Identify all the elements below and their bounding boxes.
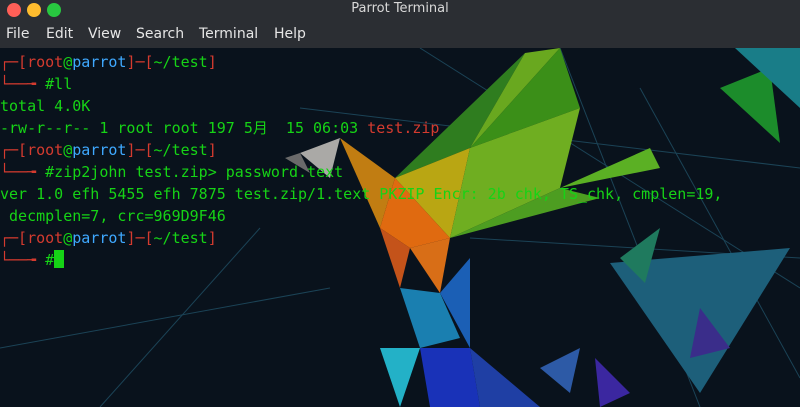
menu-file[interactable]: File bbox=[6, 26, 29, 42]
prompt-path: ~/test bbox=[153, 141, 208, 159]
terminal-area[interactable]: ┌─[root@parrot]─[~/test] └──╼ #ll total … bbox=[0, 48, 800, 407]
command-line: └──╼ #zip2john test.zip> password.text bbox=[0, 163, 344, 181]
file-listing: -rw-r--r-- 1 root root 197 5月 15 06:03 bbox=[0, 119, 368, 137]
output-line: decmplen=7, crc=969D9F46 bbox=[0, 207, 226, 225]
prompt-line: ┌─[root@parrot]─[~/test] bbox=[0, 53, 217, 71]
menu-bar: File Edit View Search Terminal Help bbox=[0, 20, 800, 48]
terminal-output: ┌─[root@parrot]─[~/test] └──╼ #ll total … bbox=[0, 51, 800, 271]
prompt-path: ~/test bbox=[153, 53, 208, 71]
menu-edit[interactable]: Edit bbox=[46, 26, 73, 42]
prompt-line: ┌─[root@parrot]─[~/test] bbox=[0, 141, 217, 159]
command-line: └──╼ #ll bbox=[0, 75, 73, 93]
menu-terminal[interactable]: Terminal bbox=[199, 26, 258, 42]
command-line: └──╼ # bbox=[0, 249, 800, 271]
output-line: ver 1.0 efh 5455 efh 7875 test.zip/1.tex… bbox=[0, 185, 723, 203]
output-line: -rw-r--r-- 1 root root 197 5月 15 06:03 t… bbox=[0, 117, 800, 139]
prompt-user: root bbox=[27, 53, 64, 71]
prompt-host: parrot bbox=[72, 141, 127, 159]
prompt-path: ~/test bbox=[153, 229, 208, 247]
terminal-window: Parrot Terminal File Edit View Search Te… bbox=[0, 0, 800, 407]
output-line: total 4.0K bbox=[0, 97, 91, 115]
prompt-host: parrot bbox=[72, 229, 127, 247]
menu-view[interactable]: View bbox=[88, 26, 121, 42]
window-title: Parrot Terminal bbox=[351, 1, 449, 16]
menu-help[interactable]: Help bbox=[274, 26, 306, 42]
menu-search[interactable]: Search bbox=[136, 26, 184, 42]
command-text: #ll bbox=[45, 75, 73, 93]
prompt-user: root bbox=[27, 141, 64, 159]
archive-filename: test.zip bbox=[367, 119, 440, 137]
text-cursor[interactable] bbox=[54, 250, 65, 268]
prompt-host: parrot bbox=[72, 53, 127, 71]
prompt-line: ┌─[root@parrot]─[~/test] bbox=[0, 229, 217, 247]
title-bar[interactable]: Parrot Terminal bbox=[0, 0, 800, 20]
command-text: #zip2john test.zip> password.text bbox=[45, 163, 344, 181]
command-text: # bbox=[45, 251, 55, 269]
prompt-user: root bbox=[27, 229, 64, 247]
